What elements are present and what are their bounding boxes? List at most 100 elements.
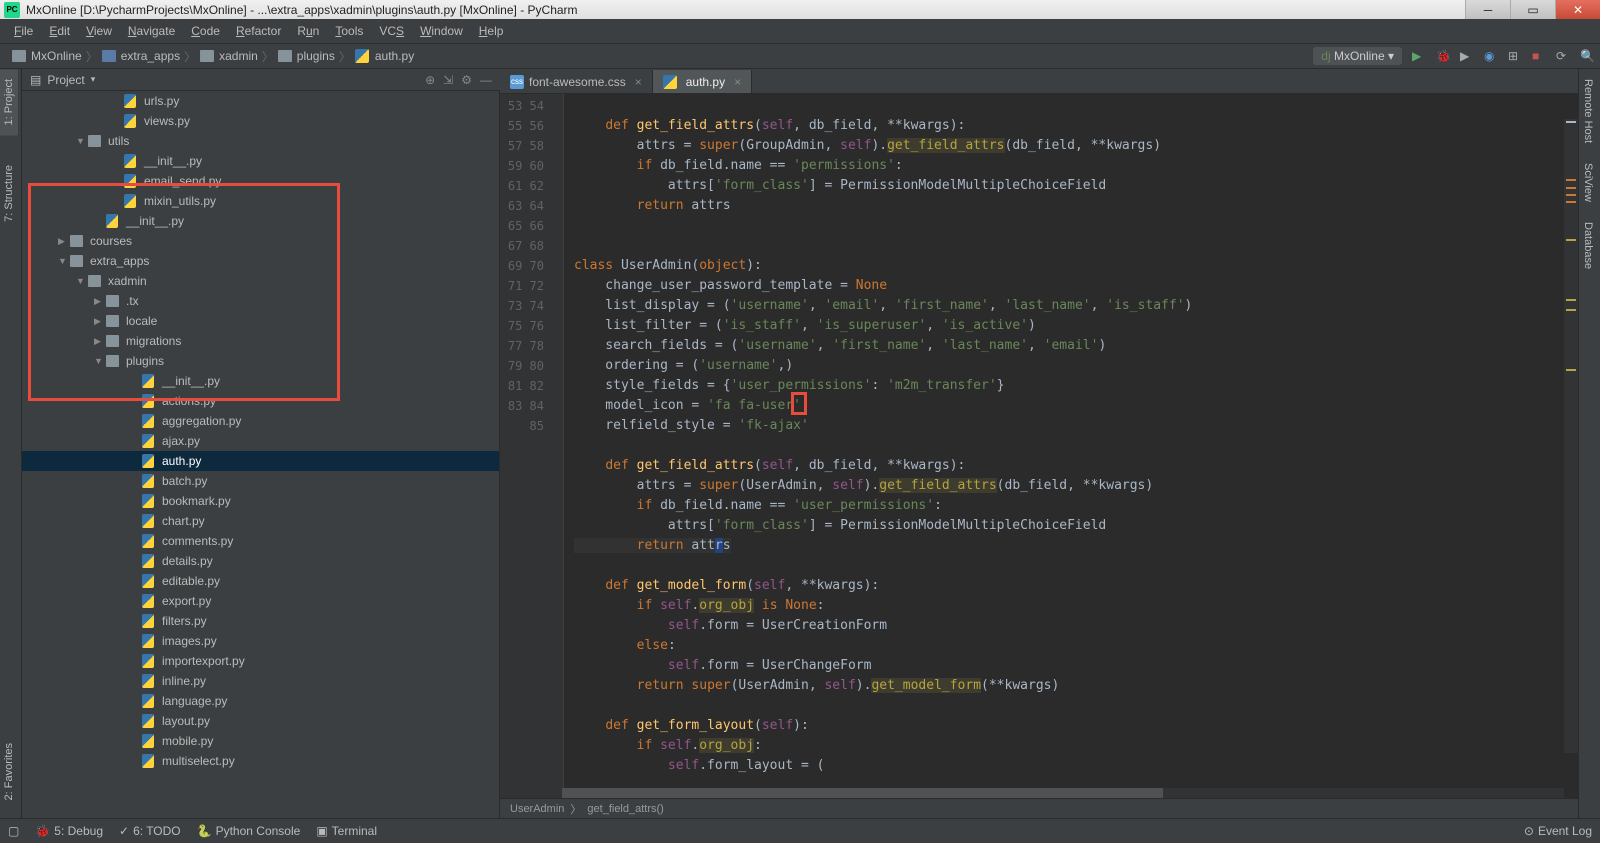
tree-item[interactable]: ajax.py xyxy=(22,431,499,451)
window-title: MxOnline [D:\PycharmProjects\MxOnline] -… xyxy=(26,3,578,17)
gear-icon[interactable]: ⚙ xyxy=(461,73,472,87)
tab-auth-py[interactable]: auth.py × xyxy=(653,70,752,93)
tree-item[interactable]: language.py xyxy=(22,691,499,711)
close-tab-icon[interactable]: × xyxy=(635,75,642,89)
menu-run[interactable]: Run xyxy=(291,21,325,41)
tree-item[interactable]: multiselect.py xyxy=(22,751,499,771)
tree-item[interactable]: aggregation.py xyxy=(22,411,499,431)
crumb-method[interactable]: get_field_attrs() xyxy=(587,803,663,815)
tree-item[interactable]: ▶locale xyxy=(22,311,499,331)
status-todo[interactable]: ✓ 6: TODO xyxy=(119,824,181,838)
tree-item[interactable]: views.py xyxy=(22,111,499,131)
run-config-selector[interactable]: dj MxOnline ▾ xyxy=(1313,47,1402,65)
project-icon: ▤ xyxy=(30,73,41,87)
fold-gutter[interactable] xyxy=(552,94,564,798)
tree-item[interactable]: ▶.tx xyxy=(22,291,499,311)
menu-code[interactable]: Code xyxy=(185,21,226,41)
tree-item[interactable]: __init__.py xyxy=(22,371,499,391)
folder-icon xyxy=(200,50,214,62)
crumb-class[interactable]: UserAdmin xyxy=(510,803,564,815)
menu-vcs[interactable]: VCS xyxy=(373,21,410,41)
status-python-console[interactable]: 🐍 Python Console xyxy=(197,824,301,838)
concurrency-icon[interactable]: ⊞ xyxy=(1508,49,1522,63)
right-toolstrip: Remote Host SciView Database xyxy=(1578,69,1600,818)
tree-item[interactable]: inline.py xyxy=(22,671,499,691)
menubar: File Edit View Navigate Code Refactor Ru… xyxy=(0,19,1600,44)
menu-file[interactable]: File xyxy=(8,21,39,41)
crumb-2[interactable]: xadmin xyxy=(219,49,258,63)
run-coverage-icon[interactable]: ▶ xyxy=(1460,49,1474,63)
menu-window[interactable]: Window xyxy=(414,21,469,41)
tree-item[interactable]: auth.py xyxy=(22,451,499,471)
tree-item[interactable]: ▼xadmin xyxy=(22,271,499,291)
project-panel-header: ▤ Project ▾ ⊕ ⇲ ⚙ — xyxy=(22,69,500,91)
close-tab-icon[interactable]: × xyxy=(734,75,741,89)
tree-item[interactable]: mixin_utils.py xyxy=(22,191,499,211)
menu-edit[interactable]: Edit xyxy=(43,21,76,41)
close-button[interactable]: ✕ xyxy=(1555,0,1600,19)
tree-item[interactable]: editable.py xyxy=(22,571,499,591)
scroll-from-source-icon[interactable]: ⊕ xyxy=(425,73,435,87)
show-panels-icon[interactable]: ▢ xyxy=(8,824,19,838)
tree-item[interactable]: layout.py xyxy=(22,711,499,731)
status-debug[interactable]: 🐞 5: Debug xyxy=(35,824,103,838)
tree-item[interactable]: comments.py xyxy=(22,531,499,551)
tree-item[interactable]: ▼utils xyxy=(22,131,499,151)
menu-refactor[interactable]: Refactor xyxy=(230,21,287,41)
run-icon[interactable]: ▶ xyxy=(1412,49,1426,63)
toolstrip-project[interactable]: 1: Project xyxy=(0,69,18,135)
folder-icon xyxy=(102,50,116,62)
tree-item[interactable]: images.py xyxy=(22,631,499,651)
tree-item[interactable]: batch.py xyxy=(22,471,499,491)
maximize-button[interactable]: ▭ xyxy=(1510,0,1555,19)
tree-item[interactable]: __init__.py xyxy=(22,151,499,171)
tree-item[interactable]: export.py xyxy=(22,591,499,611)
debug-icon[interactable]: 🐞 xyxy=(1436,49,1450,63)
vcs-icon[interactable]: ⟳ xyxy=(1556,49,1570,63)
minimize-button[interactable]: ─ xyxy=(1465,0,1510,19)
collapse-all-icon[interactable]: ⇲ xyxy=(443,73,453,87)
tree-item[interactable]: email_send.py xyxy=(22,171,499,191)
tree-item[interactable]: ▼extra_apps xyxy=(22,251,499,271)
folder-icon xyxy=(12,50,26,62)
crumb-1[interactable]: extra_apps xyxy=(121,49,180,63)
tree-item[interactable]: actions.py xyxy=(22,391,499,411)
toolstrip-sciview[interactable]: SciView xyxy=(1579,153,1597,212)
status-terminal[interactable]: ▣ Terminal xyxy=(316,824,377,838)
menu-tools[interactable]: Tools xyxy=(329,21,369,41)
project-title: Project xyxy=(47,73,84,87)
tree-item[interactable]: ▶courses xyxy=(22,231,499,251)
tree-item[interactable]: ▼plugins xyxy=(22,351,499,371)
toolstrip-structure[interactable]: 7: Structure xyxy=(0,155,18,232)
tree-item[interactable]: urls.py xyxy=(22,91,499,111)
toolstrip-favorites[interactable]: 2: Favorites xyxy=(0,733,18,810)
tree-item[interactable]: __init__.py xyxy=(22,211,499,231)
stop-icon[interactable]: ■ xyxy=(1532,49,1546,63)
tree-item[interactable]: importexport.py xyxy=(22,651,499,671)
code-editor[interactable]: def get_field_attrs(self, db_field, **kw… xyxy=(564,94,1578,798)
pycharm-icon: PC xyxy=(4,2,20,18)
crumb-0[interactable]: MxOnline xyxy=(31,49,82,63)
status-eventlog[interactable]: ⊙ Event Log xyxy=(1524,824,1592,838)
search-icon[interactable]: 🔍 xyxy=(1580,49,1594,63)
tree-item[interactable]: chart.py xyxy=(22,511,499,531)
line-gutter[interactable]: 53 54 55 56 57 58 59 60 61 62 63 64 65 6… xyxy=(500,94,552,798)
menu-navigate[interactable]: Navigate xyxy=(122,21,181,41)
horizontal-scrollbar[interactable] xyxy=(562,788,1564,798)
crumb-3[interactable]: plugins xyxy=(297,49,335,63)
project-tree[interactable]: urls.pyviews.py▼utils__init__.pyemail_se… xyxy=(22,91,500,818)
tree-item[interactable]: ▶migrations xyxy=(22,331,499,351)
hide-icon[interactable]: — xyxy=(480,73,492,87)
toolstrip-remote[interactable]: Remote Host xyxy=(1579,69,1597,153)
minimap[interactable] xyxy=(1564,119,1578,753)
tree-item[interactable]: mobile.py xyxy=(22,731,499,751)
crumb-4[interactable]: auth.py xyxy=(375,49,414,63)
toolstrip-database[interactable]: Database xyxy=(1579,212,1597,279)
tree-item[interactable]: filters.py xyxy=(22,611,499,631)
tree-item[interactable]: details.py xyxy=(22,551,499,571)
menu-view[interactable]: View xyxy=(80,21,118,41)
tree-item[interactable]: bookmark.py xyxy=(22,491,499,511)
profile-icon[interactable]: ◉ xyxy=(1484,49,1498,63)
tab-font-awesome[interactable]: css font-awesome.css × xyxy=(500,70,653,93)
menu-help[interactable]: Help xyxy=(473,21,510,41)
